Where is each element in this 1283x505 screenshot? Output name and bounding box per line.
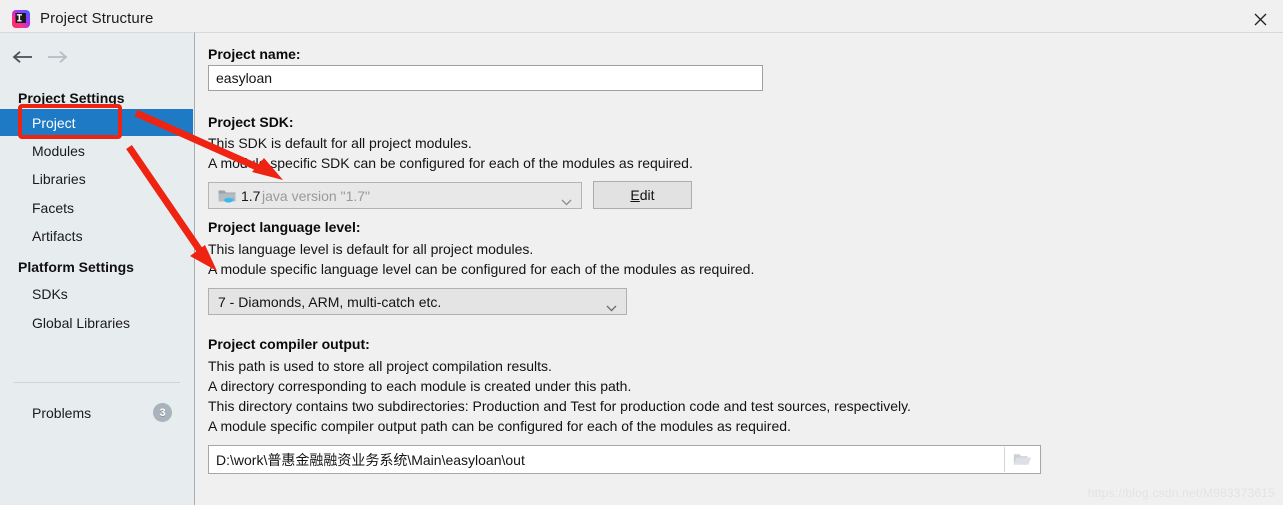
project-language-level-label: Project language level: — [208, 219, 361, 235]
compiler-output-desc-line-1: This path is used to store all project c… — [208, 358, 552, 374]
project-language-level-combobox[interactable]: 7 - Diamonds, ARM, multi-catch etc. — [208, 288, 627, 315]
back-arrow-icon[interactable] — [10, 45, 36, 69]
project-compiler-output-label: Project compiler output: — [208, 336, 370, 352]
sidebar-item-label: Artifacts — [0, 228, 83, 244]
sidebar-item-problems[interactable]: Problems 3 — [0, 399, 193, 426]
watermark-text: https://blog.csdn.net/M983373615 — [1088, 486, 1275, 500]
project-sdk-version: 1.7 — [241, 188, 260, 204]
chevron-down-icon — [561, 193, 572, 209]
sidebar-item-label: Modules — [0, 143, 85, 159]
java-sdk-folder-icon — [218, 188, 236, 204]
project-name-label: Project name: — [208, 46, 301, 62]
project-sdk-desc-line-2: A module specific SDK can be configured … — [208, 155, 693, 171]
sidebar-divider — [14, 382, 180, 383]
project-name-input[interactable]: easyloan — [208, 65, 763, 91]
sidebar-item-project[interactable]: Project — [0, 109, 193, 136]
edit-button-mnemonic: E — [630, 187, 639, 203]
sidebar-item-libraries[interactable]: Libraries — [0, 165, 193, 192]
browse-folder-button[interactable] — [1004, 447, 1039, 472]
project-settings-panel: Project name: easyloan Project SDK: This… — [195, 32, 1283, 505]
language-level-desc-line-1: This language level is default for all p… — [208, 241, 533, 257]
sidebar-item-label: SDKs — [0, 286, 68, 302]
sidebar-item-label: Facets — [0, 200, 74, 216]
sidebar-item-label: Global Libraries — [0, 315, 130, 331]
project-sdk-desc-line-1: This SDK is default for all project modu… — [208, 135, 472, 151]
chevron-down-icon — [606, 299, 617, 315]
compiler-output-path-input[interactable]: D:\work\普惠金融融资业务系统\Main\easyloan\out — [208, 445, 1041, 474]
window-title: Project Structure — [40, 9, 153, 29]
project-sdk-description: java version "1.7" — [262, 188, 370, 204]
edit-sdk-button[interactable]: Edit — [593, 181, 692, 209]
sidebar-item-label: Problems — [0, 405, 91, 421]
navigation-arrows — [10, 45, 180, 71]
sidebar-group-platform-settings: Platform Settings — [18, 259, 134, 275]
project-sdk-label: Project SDK: — [208, 114, 294, 130]
compiler-output-desc-line-2: A directory corresponding to each module… — [208, 378, 631, 394]
settings-sidebar: Project Settings Project Modules Librari… — [0, 32, 195, 505]
forward-arrow-icon — [44, 45, 70, 69]
compiler-output-path-value: D:\work\普惠金融融资业务系统\Main\easyloan\out — [209, 450, 525, 470]
sidebar-item-label: Libraries — [0, 171, 86, 187]
sidebar-item-facets[interactable]: Facets — [0, 194, 193, 221]
sidebar-item-sdks[interactable]: SDKs — [0, 280, 193, 307]
project-structure-dialog: Project Structure Project Se — [0, 0, 1283, 505]
sidebar-item-label: Project — [0, 115, 76, 131]
sidebar-item-global-libraries[interactable]: Global Libraries — [0, 309, 193, 336]
edit-button-label: dit — [640, 187, 655, 203]
project-name-value: easyloan — [209, 70, 272, 86]
sidebar-item-artifacts[interactable]: Artifacts — [0, 222, 193, 249]
sidebar-item-modules[interactable]: Modules — [0, 137, 193, 164]
intellij-idea-icon — [11, 9, 31, 29]
language-level-value: 7 - Diamonds, ARM, multi-catch etc. — [209, 294, 441, 310]
compiler-output-desc-line-3: This directory contains two subdirectori… — [208, 398, 911, 414]
project-sdk-combobox[interactable]: 1.7 java version "1.7" — [208, 182, 582, 209]
language-level-desc-line-2: A module specific language level can be … — [208, 261, 754, 277]
sidebar-group-project-settings: Project Settings — [18, 90, 125, 106]
problems-count-badge: 3 — [153, 403, 172, 422]
compiler-output-desc-line-4: A module specific compiler output path c… — [208, 418, 791, 434]
